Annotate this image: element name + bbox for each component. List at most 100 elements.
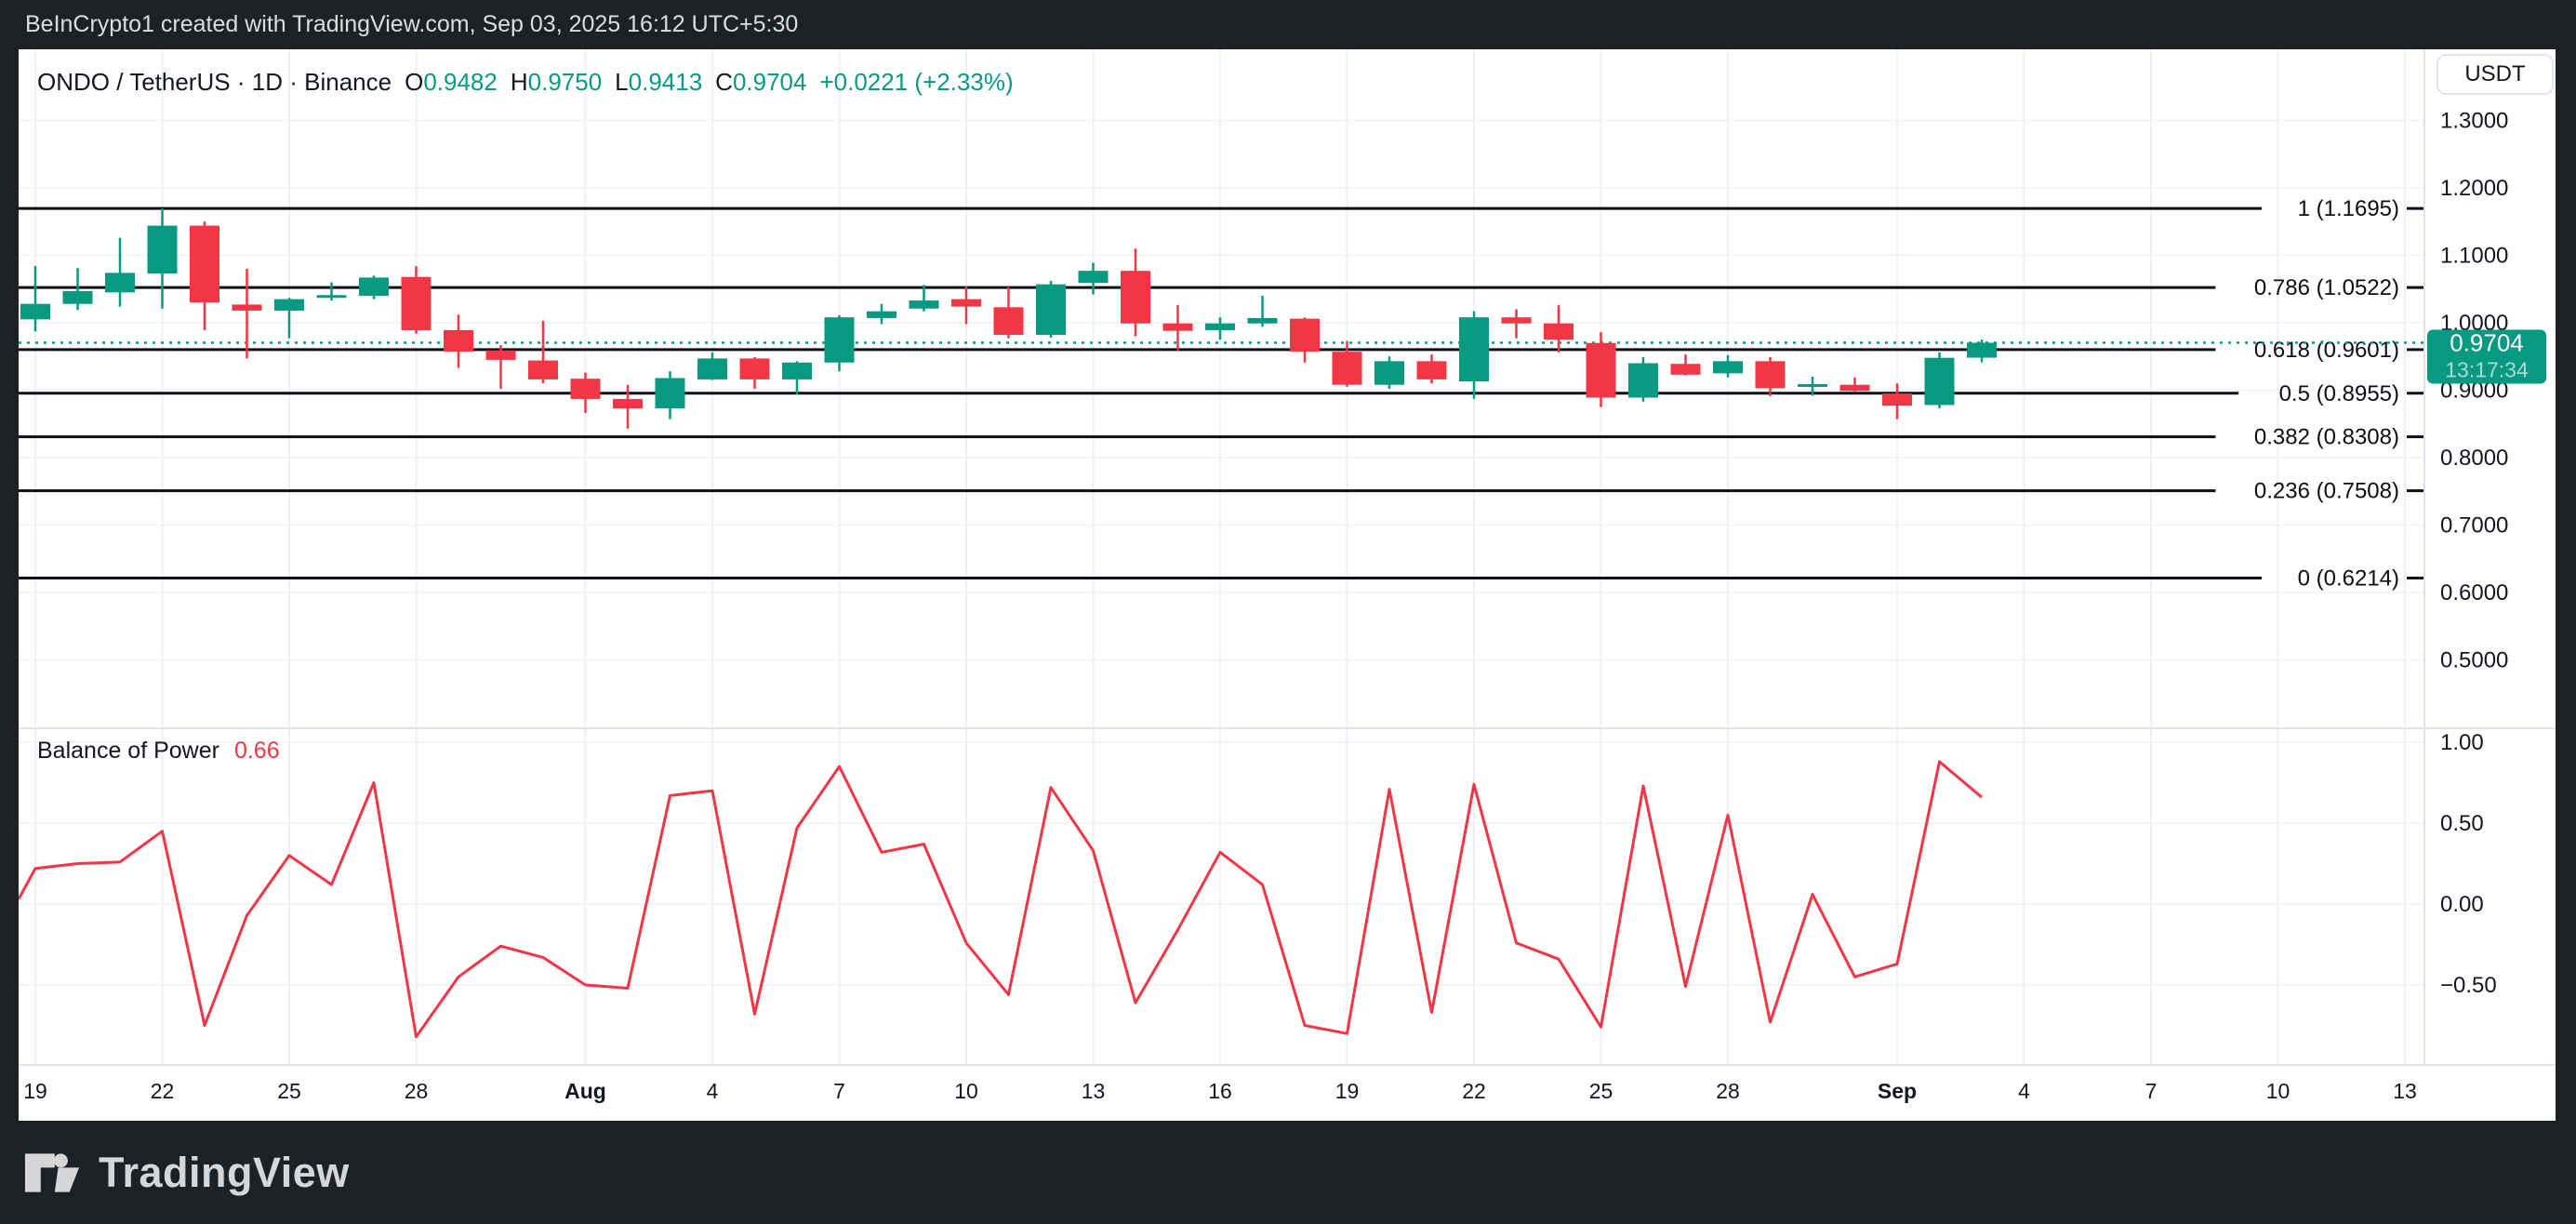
indicator-legend[interactable]: Balance of Power 0.66: [37, 738, 280, 765]
candle-body[interactable]: [1713, 361, 1743, 373]
candle-body[interactable]: [402, 277, 432, 330]
time-axis-label[interactable]: 7: [833, 1079, 845, 1103]
chart-canvas[interactable]: 1.30001.20001.10001.00000.90000.80000.70…: [19, 49, 2556, 1121]
candle-body[interactable]: [274, 299, 304, 311]
candle-body[interactable]: [994, 307, 1024, 335]
bop-axis-label[interactable]: 0.50: [2440, 811, 2484, 836]
price-axis-label[interactable]: 1.3000: [2440, 109, 2508, 134]
candle-body[interactable]: [1671, 364, 1701, 375]
time-axis-label[interactable]: 13: [1082, 1079, 1106, 1103]
time-axis-label[interactable]: 22: [151, 1079, 175, 1103]
candle-body[interactable]: [528, 361, 558, 379]
fib-level-label: 0 (0.6214): [2298, 565, 2399, 591]
candle-body[interactable]: [359, 277, 389, 296]
time-axis-label[interactable]: 28: [1716, 1079, 1740, 1103]
time-axis-label[interactable]: 10: [2266, 1079, 2291, 1103]
candle-body[interactable]: [105, 273, 135, 292]
candle-body[interactable]: [444, 330, 473, 352]
time-axis-label[interactable]: 25: [1589, 1079, 1613, 1103]
candle-body[interactable]: [782, 363, 812, 379]
time-axis-label[interactable]: 13: [2393, 1079, 2417, 1103]
candle-body[interactable]: [1840, 385, 1870, 392]
candle-body[interactable]: [1079, 271, 1109, 283]
candle-body[interactable]: [1374, 361, 1404, 384]
price-axis-label[interactable]: 0.8000: [2440, 446, 2508, 471]
bop-axis-label[interactable]: −0.50: [2440, 973, 2497, 998]
time-axis-label[interactable]: 19: [23, 1079, 47, 1103]
candle-body[interactable]: [190, 226, 219, 303]
candle-body[interactable]: [1544, 324, 1573, 339]
exchange-label: Binance: [304, 68, 392, 96]
tradingview-logo-icon[interactable]: [24, 1151, 80, 1194]
candle-body[interactable]: [63, 291, 93, 304]
candle-body[interactable]: [867, 312, 896, 318]
candle-body[interactable]: [232, 304, 262, 311]
candle-body[interactable]: [1333, 352, 1362, 385]
time-axis-label[interactable]: Sep: [1878, 1079, 1917, 1103]
candle-body[interactable]: [1459, 317, 1489, 381]
ohlc-low: L0.9413: [615, 68, 702, 97]
candle-body[interactable]: [148, 226, 178, 273]
time-axis-label[interactable]: 7: [2145, 1079, 2158, 1103]
tradingview-brand-text[interactable]: TradingView: [99, 1149, 350, 1197]
time-axis-label[interactable]: 4: [2018, 1079, 2030, 1103]
time-axis-label[interactable]: 16: [1208, 1079, 1232, 1103]
candle-body[interactable]: [656, 378, 685, 408]
candle-body[interactable]: [486, 351, 516, 360]
fib-level-label: 0.786 (1.0522): [2254, 275, 2399, 300]
time-axis-label[interactable]: 25: [277, 1079, 301, 1103]
bop-axis-label[interactable]: 1.00: [2440, 730, 2484, 755]
candle-body[interactable]: [1205, 324, 1235, 330]
ohlc-close: C0.9704: [715, 68, 806, 97]
candle-body[interactable]: [613, 399, 643, 408]
candle-body[interactable]: [1587, 343, 1616, 398]
candle-body[interactable]: [1417, 361, 1447, 379]
candle-body[interactable]: [740, 358, 770, 379]
price-axis-label[interactable]: 1.1000: [2440, 244, 2508, 269]
price-axis-label[interactable]: 1.2000: [2440, 176, 2508, 201]
candle-body[interactable]: [1163, 324, 1193, 331]
candle-body[interactable]: [1248, 318, 1278, 324]
bop-line[interactable]: [19, 762, 1982, 1037]
price-axis-label[interactable]: 0.5000: [2440, 648, 2508, 673]
candle-body[interactable]: [1502, 317, 1532, 324]
candle-body[interactable]: [1756, 361, 1786, 388]
indicator-name: Balance of Power: [37, 738, 219, 765]
interval-label: 1D: [252, 68, 283, 96]
ohlc-high: H0.9750: [511, 68, 602, 97]
time-axis-label[interactable]: 22: [1462, 1079, 1486, 1103]
candle-body[interactable]: [1290, 319, 1320, 353]
price-axis-label[interactable]: 0.7000: [2440, 513, 2508, 539]
candle-body[interactable]: [20, 304, 50, 320]
time-axis-label[interactable]: Aug: [564, 1079, 606, 1103]
bar-countdown-timer: 13:17:34: [2445, 357, 2529, 381]
fib-level-label: 0.236 (0.7508): [2254, 479, 2399, 504]
candle-body[interactable]: [697, 358, 727, 379]
candle-body[interactable]: [1798, 384, 1827, 387]
candle-body[interactable]: [910, 300, 939, 309]
candle-body[interactable]: [951, 299, 981, 307]
candle-body[interactable]: [1121, 271, 1150, 324]
candle-body[interactable]: [1882, 393, 1912, 406]
fib-level-label: 0.5 (0.8955): [2279, 381, 2399, 406]
currency-toggle-button[interactable]: USDT: [2437, 54, 2554, 95]
indicator-value: 0.66: [234, 738, 280, 765]
candle-body[interactable]: [1036, 285, 1066, 335]
candle-body[interactable]: [1628, 364, 1658, 398]
time-axis-label[interactable]: 4: [707, 1079, 719, 1103]
candle-body[interactable]: [1925, 358, 1955, 406]
ohlc-open: O0.9482: [405, 68, 498, 97]
time-axis-label[interactable]: 10: [954, 1079, 978, 1103]
candle-body[interactable]: [1967, 342, 1997, 357]
candle-body[interactable]: [571, 379, 601, 399]
change-label: +0.0221 (+2.33%): [819, 68, 1013, 97]
bop-axis-label[interactable]: 0.00: [2440, 892, 2484, 917]
symbol-legend[interactable]: ONDO / TetherUS · 1D · Binance O0.9482 H…: [37, 68, 1014, 97]
current-price-value: 0.9704: [2450, 328, 2524, 356]
time-axis-label[interactable]: 28: [405, 1079, 429, 1103]
time-axis-label[interactable]: 19: [1335, 1079, 1360, 1103]
candle-body[interactable]: [825, 317, 855, 363]
snapshot-header-title: BeInCrypto1 created with TradingView.com…: [0, 0, 2576, 49]
price-axis-label[interactable]: 0.6000: [2440, 580, 2508, 605]
candle-body[interactable]: [317, 295, 347, 298]
